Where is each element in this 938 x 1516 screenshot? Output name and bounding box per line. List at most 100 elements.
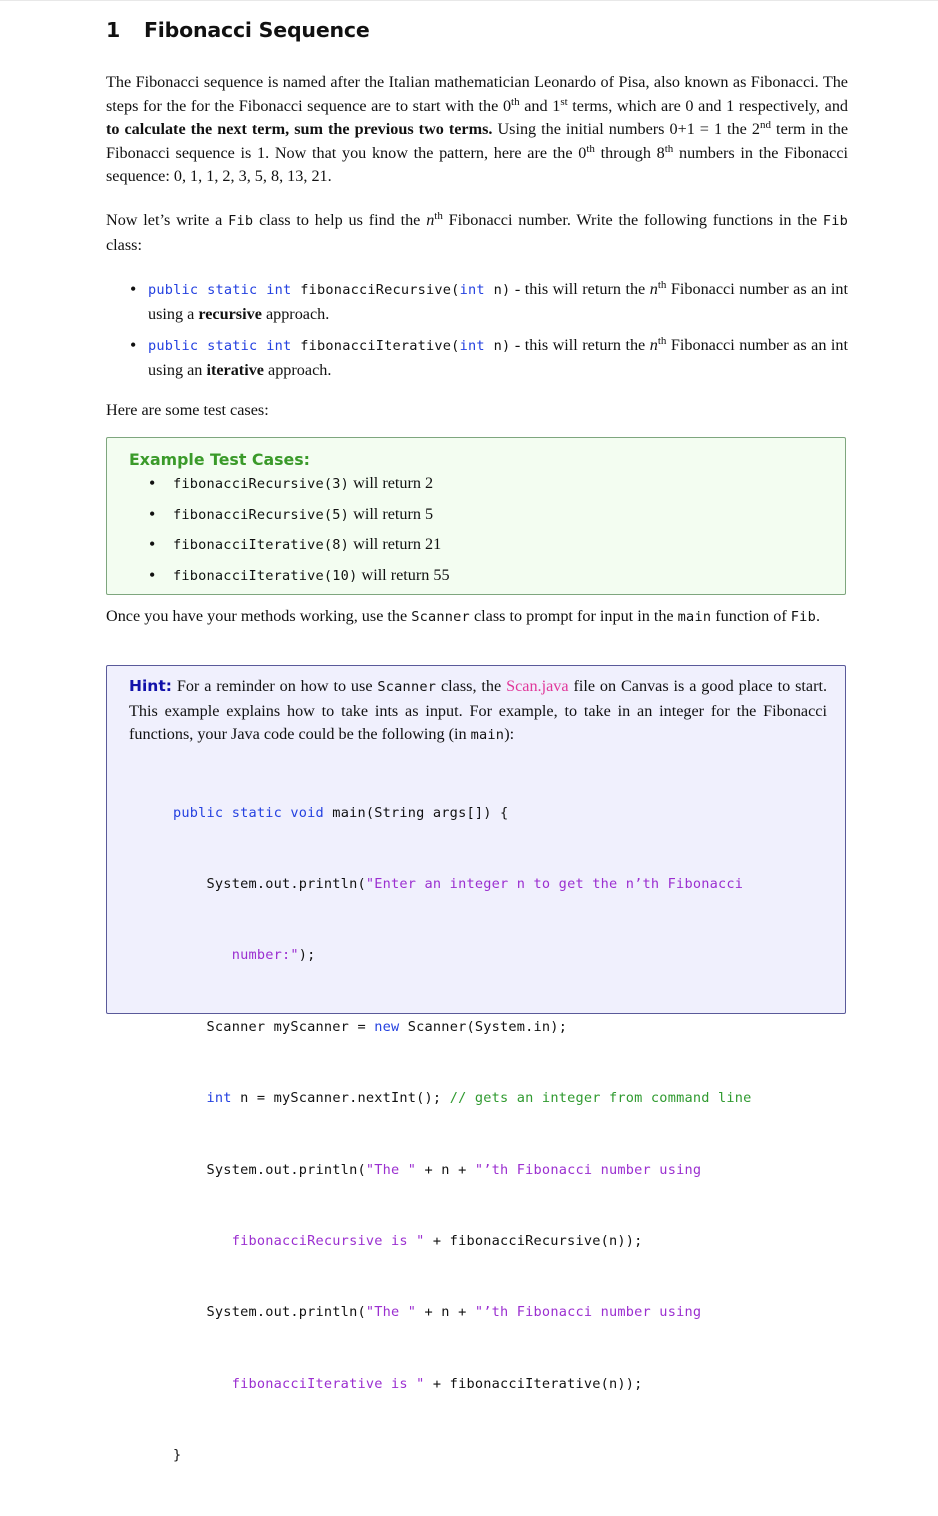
text: approach.: [261, 304, 330, 323]
bold-text: to calculate the next term, sum the prev…: [106, 120, 493, 138]
code-text: Scanner myScanner =: [173, 1018, 375, 1035]
inline-code: main: [470, 727, 505, 743]
superscript: st: [560, 95, 568, 108]
code-comment: // gets an integer from command line: [449, 1090, 752, 1107]
inline-code: Fib: [822, 213, 848, 229]
inline-code: fibonacciRecursive(3): [173, 476, 350, 492]
inline-code: fibonacciRecursive(5): [173, 506, 350, 523]
text: class to help us find the: [253, 211, 427, 229]
text: class, the: [436, 677, 507, 695]
scan-java-link[interactable]: Scan.java: [506, 677, 568, 695]
section-number: 1: [106, 18, 121, 42]
text: will return 2: [349, 474, 434, 492]
code-keyword: public static void: [173, 804, 324, 821]
code-string: "The ": [365, 1161, 417, 1178]
code-line: fibonacciRecursive is " + fibonacciRecur…: [173, 1230, 752, 1254]
code-text: + n +: [416, 1161, 475, 1178]
inline-code: Scanner: [411, 609, 470, 625]
text: ):: [504, 725, 515, 743]
text: Using the initial numbers 0+1 = 1 the 2: [492, 120, 760, 138]
code-line: System.out.println("Enter an integer n t…: [173, 873, 752, 897]
code-text: n = myScanner.nextInt();: [231, 1090, 450, 1107]
text: will return 5: [349, 504, 434, 523]
section-title: Fibonacci Sequence: [144, 18, 370, 42]
code-text: main(String args[]) {: [323, 804, 509, 821]
text: will return 55: [357, 565, 450, 584]
code-line: number:");: [173, 944, 752, 968]
code-line: int n = myScanner.nextInt(); // gets an …: [173, 1087, 752, 1111]
code-string: number:": [173, 947, 299, 964]
code-text: + fibonacciRecursive(n));: [424, 1232, 643, 1249]
code-string: "The ": [365, 1304, 417, 1321]
code-keyword: new: [374, 1018, 400, 1035]
inline-code: Fib: [790, 609, 816, 625]
code-identifier: n): [484, 338, 511, 354]
superscript: th: [586, 142, 595, 155]
code-line: System.out.println("The " + n + "’th Fib…: [173, 1301, 752, 1325]
text: Once you have your methods working, use …: [106, 607, 412, 625]
text: For a reminder on how to use: [171, 677, 378, 695]
example-test-cases-box: Example Test Cases: fibonacciRecursive(3…: [106, 437, 846, 595]
function-item-iterative: public static int fibonacciIterative(int…: [124, 334, 848, 382]
function-list: public static int fibonacciRecursive(int…: [124, 278, 848, 390]
code-text: System.out.println(: [173, 1304, 366, 1321]
code-text: Scanner(System.in);: [399, 1018, 568, 1035]
code-text: + fibonacciIterative(n));: [424, 1375, 643, 1392]
inline-code: fibonacciIterative(8): [173, 537, 350, 553]
test-cases-intro: Here are some test cases:: [106, 401, 269, 419]
text: Fibonacci number. Write the following fu…: [442, 211, 823, 229]
test-case-item: fibonacciRecursive(5) will return 5: [147, 503, 450, 534]
superscript: th: [511, 95, 520, 108]
test-case-list: fibonacciRecursive(3) will return 2 fibo…: [147, 472, 450, 594]
code-text: System.out.println(: [173, 875, 366, 892]
code-keyword: public static int: [148, 282, 292, 298]
hint-box: Hint: For a reminder on how to use Scann…: [106, 665, 846, 1463]
bold-text: recursive: [198, 304, 262, 323]
code-string: fibonacciRecursive is ": [173, 1232, 425, 1249]
function-item-recursive: public static int fibonacciRecursive(int…: [124, 278, 848, 326]
code-line: System.out.println("The " + n + "’th Fib…: [173, 1159, 752, 1183]
text: and 1: [519, 96, 561, 115]
superscript: th: [664, 142, 674, 155]
inline-code: main: [677, 609, 712, 625]
code-string: fibonacciIterative is ": [173, 1375, 425, 1392]
code-identifier: fibonacciRecursive(: [291, 282, 460, 298]
code-text: System.out.println(: [173, 1161, 366, 1178]
text: terms, which are 0 and 1 respectively, a…: [567, 96, 849, 115]
code-keyword: int: [459, 338, 485, 354]
text: approach.: [263, 360, 332, 379]
superscript: nd: [759, 119, 771, 131]
text: function of: [711, 607, 791, 625]
text: class to prompt for input in the: [469, 607, 678, 625]
code-line: fibonacciIterative is " + fibonacciItera…: [173, 1373, 752, 1397]
text: - this will return the: [510, 280, 650, 298]
inline-code: Fib: [228, 213, 254, 229]
hint-text: Hint: For a reminder on how to use Scann…: [129, 675, 827, 748]
intro-paragraph: The Fibonacci sequence is named after th…: [106, 71, 848, 189]
text: .: [815, 607, 820, 625]
code-identifier: n): [484, 282, 511, 298]
scanner-paragraph: Once you have your methods working, use …: [106, 605, 848, 630]
code-identifier: fibonacciIterative(: [291, 338, 460, 354]
code-string: "’th Fibonacci number using: [474, 1161, 702, 1178]
fib-class-paragraph: Now let’s write a Fib class to help us f…: [106, 209, 848, 257]
superscript: th: [434, 210, 443, 222]
code-line: public static void main(String args[]) {: [173, 802, 752, 826]
code-text: }: [173, 1447, 182, 1464]
code-keyword: int: [459, 282, 485, 298]
text: class:: [106, 235, 142, 254]
code-block: public static void main(String args[]) {…: [173, 754, 752, 1516]
hint-label: Hint:: [129, 677, 172, 695]
code-line: Scanner myScanner = new Scanner(System.i…: [173, 1016, 752, 1040]
bold-text: iterative: [206, 360, 264, 379]
code-string: "’th Fibonacci number using: [474, 1304, 702, 1321]
text: - this will return the: [510, 336, 650, 354]
section-heading: 1 Fibonacci Sequence: [106, 18, 370, 42]
math-n: n: [649, 280, 658, 298]
test-box-title: Example Test Cases:: [129, 450, 310, 469]
inline-code: Scanner: [377, 679, 437, 695]
page-top-border: [0, 0, 938, 1]
text: Now let’s write a: [106, 211, 229, 229]
code-line: }: [173, 1444, 752, 1468]
math-n: n: [649, 336, 658, 354]
